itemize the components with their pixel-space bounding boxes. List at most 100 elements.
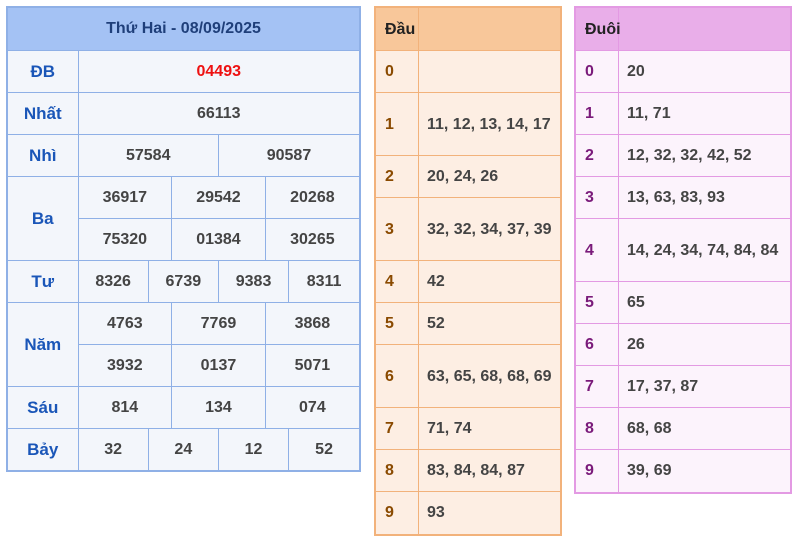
dau-values: 71, 74 — [418, 407, 560, 450]
dau-key: 6 — [376, 344, 419, 408]
dau-key: 7 — [376, 407, 419, 450]
dau-row: 8 83, 84, 84, 87 — [376, 449, 560, 492]
duoi-values: 68, 68 — [618, 407, 790, 450]
duoi-row: 5 65 — [576, 281, 790, 324]
dau-title: Đầu — [376, 8, 419, 51]
duoi-values: 14, 24, 34, 74, 84, 84 — [618, 218, 790, 282]
dau-row: 1 11, 12, 13, 14, 17 — [376, 92, 560, 156]
duoi-values: 20 — [618, 50, 790, 93]
duoi-key: 2 — [576, 134, 619, 177]
prize-row-nhat: Nhất 66113 — [8, 92, 359, 135]
duoi-values: 11, 71 — [618, 92, 790, 135]
duoi-values: 26 — [618, 323, 790, 366]
dau-values: 32, 32, 34, 37, 39 — [418, 197, 560, 261]
duoi-header-blank — [618, 8, 790, 51]
prize-row-nam: Năm 4763 7769 3868 — [8, 302, 359, 387]
prize-value-sau: 814 — [77, 386, 173, 429]
prize-label-bay: Bảy — [8, 428, 79, 470]
prize-value-nhi: 90587 — [217, 134, 359, 177]
prize-value-bay: 12 — [217, 428, 290, 470]
dau-values: 52 — [418, 302, 560, 345]
duoi-key: 5 — [576, 281, 619, 324]
prize-value-tu: 9383 — [217, 260, 290, 303]
dau-values — [418, 50, 560, 93]
results-title: Thứ Hai - 08/09/2025 — [8, 8, 359, 51]
dau-key: 1 — [376, 92, 419, 156]
dau-row: 4 42 — [376, 260, 560, 303]
dau-values: 83, 84, 84, 87 — [418, 449, 560, 492]
duoi-header-row: Đuôi — [576, 8, 790, 51]
prize-value-ba: 29542 — [171, 176, 266, 219]
prize-row-nhi: Nhì 57584 90587 — [8, 134, 359, 177]
dau-row: 2 20, 24, 26 — [376, 155, 560, 198]
prize-value-ba: 75320 — [78, 218, 173, 261]
prize-value-sau: 074 — [264, 386, 359, 429]
prize-label-ba: Ba — [8, 176, 79, 261]
prize-row-ba: Ba 36917 29542 20268 — [8, 176, 359, 261]
duoi-values: 39, 69 — [618, 449, 790, 492]
duoi-key: 4 — [576, 218, 619, 282]
prize-value-bay: 32 — [77, 428, 149, 470]
prize-value-ba: 36917 — [77, 176, 173, 219]
dau-row: 9 93 — [376, 491, 560, 534]
duoi-values: 65 — [618, 281, 790, 324]
prize-row-sau: Sáu 814 134 074 — [8, 386, 359, 429]
prize-value-ba: 30265 — [264, 218, 359, 261]
prize-label-sau: Sáu — [8, 386, 79, 429]
dau-key: 2 — [376, 155, 419, 198]
duoi-grid: Đuôi 0 20 1 11, 71 2 12, 32, 32, 42, 52 … — [576, 8, 790, 492]
prize-label-nhat: Nhất — [8, 92, 79, 135]
duoi-key: 0 — [576, 50, 619, 93]
prize-value-nam: 4763 — [77, 302, 173, 345]
duoi-values: 13, 63, 83, 93 — [618, 176, 790, 219]
prize-value-nam: 0137 — [171, 344, 266, 387]
dau-row: 6 63, 65, 68, 68, 69 — [376, 344, 560, 408]
dau-key: 9 — [376, 491, 419, 534]
prize-row-tu: Tư 8326 6739 9383 8311 — [8, 260, 359, 303]
prize-value-tu: 8326 — [77, 260, 149, 303]
dau-row: 5 52 — [376, 302, 560, 345]
duoi-title: Đuôi — [576, 8, 621, 51]
duoi-key: 9 — [576, 449, 619, 492]
duoi-key: 6 — [576, 323, 619, 366]
duoi-row: 2 12, 32, 32, 42, 52 — [576, 134, 790, 177]
prize-value-nam: 5071 — [264, 344, 359, 387]
dau-key: 0 — [376, 50, 419, 93]
dau-header-row: Đầu — [376, 8, 560, 51]
prize-value-tu: 6739 — [147, 260, 219, 303]
duoi-values: 17, 37, 87 — [618, 365, 790, 408]
duoi-row: 9 39, 69 — [576, 449, 790, 492]
dau-values: 42 — [418, 260, 560, 303]
prize-row-db: ĐB 04493 — [8, 51, 359, 93]
prize-label-nam: Năm — [8, 302, 79, 387]
duoi-row: 3 13, 63, 83, 93 — [576, 176, 790, 219]
duoi-values: 12, 32, 32, 42, 52 — [618, 134, 790, 177]
prize-value-nam: 3868 — [264, 302, 359, 345]
duoi-key: 7 — [576, 365, 619, 408]
prize-value-ba: 20268 — [264, 176, 359, 219]
dau-key: 5 — [376, 302, 419, 345]
duoi-row: 7 17, 37, 87 — [576, 365, 790, 408]
duoi-key: 3 — [576, 176, 619, 219]
duoi-row: 0 20 — [576, 50, 790, 93]
dau-row: 3 32, 32, 34, 37, 39 — [376, 197, 560, 261]
prize-value-db: 04493 — [77, 51, 359, 93]
duoi-row: 6 26 — [576, 323, 790, 366]
dau-grid: Đầu 0 1 11, 12, 13, 14, 17 2 20, 24, 26 … — [376, 8, 560, 534]
prize-value-bay: 52 — [288, 428, 359, 470]
duoi-table: Đuôi 0 20 1 11, 71 2 12, 32, 32, 42, 52 … — [574, 6, 792, 494]
dau-values: 11, 12, 13, 14, 17 — [418, 92, 560, 156]
dau-table: Đầu 0 1 11, 12, 13, 14, 17 2 20, 24, 26 … — [374, 6, 562, 536]
prize-label-db: ĐB — [8, 51, 79, 93]
dau-row: 7 71, 74 — [376, 407, 560, 450]
dau-values: 20, 24, 26 — [418, 155, 560, 198]
dau-key: 8 — [376, 449, 419, 492]
duoi-key: 1 — [576, 92, 619, 135]
prize-value-nhi: 57584 — [77, 134, 219, 177]
prize-value-nam: 3932 — [78, 344, 173, 387]
dau-header-blank — [418, 8, 560, 51]
dau-row: 0 — [376, 50, 560, 93]
prize-value-sau: 134 — [171, 386, 266, 429]
duoi-row: 1 11, 71 — [576, 92, 790, 135]
prize-value-nam: 7769 — [171, 302, 266, 345]
